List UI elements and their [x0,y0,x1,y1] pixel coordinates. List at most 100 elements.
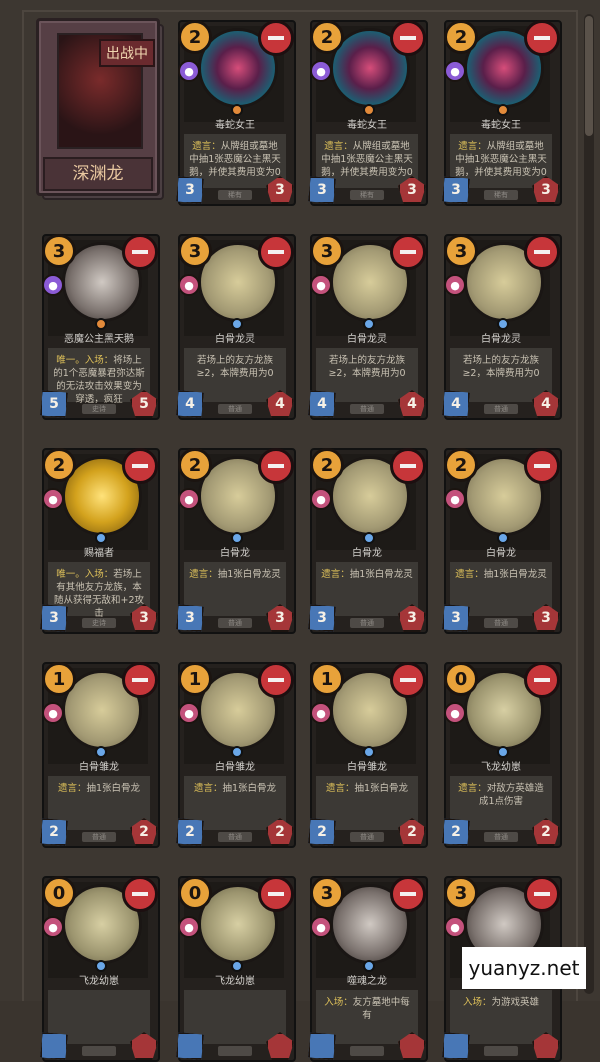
card-name: 白骨雏龙 [79,762,119,773]
minus-icon [534,892,550,896]
minus-icon [400,36,416,40]
rarity-label: 普通 [350,832,384,842]
remove-button[interactable] [122,876,158,912]
rarity-label: 普通 [218,404,252,414]
remove-button[interactable] [524,876,560,912]
minus-icon [268,678,284,682]
cost-badge: 1 [178,662,212,696]
rarity-label: 普通 [82,832,116,842]
card-15[interactable]: 0 ● 飞龙幼崽 遗言：对敌方英雄造成1点伤害 2 2 普通 [440,658,562,848]
attack-badge: 4 [308,390,336,418]
attack-badge: 4 [442,390,470,418]
rarity-label: 稀有 [484,190,518,200]
rarity-gem [231,104,243,116]
rarity-gem [497,318,509,330]
card-12[interactable]: 1 ● 白骨雏龙 遗言：抽1张白骨龙 2 2 普通 [38,658,160,848]
remove-button[interactable] [524,20,560,56]
scrollbar[interactable] [584,14,594,994]
attack-badge [176,1032,204,1060]
poison-icon: ● [310,60,332,82]
rarity-gem [231,532,243,544]
remove-button[interactable] [258,662,294,698]
remove-button[interactable] [122,448,158,484]
minus-icon [534,464,550,468]
dragon-icon: ● [178,702,200,724]
remove-button[interactable] [122,662,158,698]
card-9[interactable]: 2 ● 白骨龙 遗言：抽1张白骨龙灵 3 3 普通 [174,444,296,634]
card-name: 毒蛇女王 [215,120,255,131]
attack-badge [40,1032,68,1060]
remove-button[interactable] [390,662,426,698]
card-13[interactable]: 1 ● 白骨雏龙 遗言：抽1张白骨龙 2 2 普通 [174,658,296,848]
cost-badge: 3 [444,234,478,268]
rarity-gem [363,104,375,116]
card-name: 飞龙幼崽 [79,976,119,987]
attack-badge: 3 [176,176,204,204]
card-8[interactable]: 2 ● 赐福者 唯一。入场：若场上有其他友方龙族，本随从获得无敌和+2攻击 3 … [38,444,160,634]
remove-button[interactable] [524,234,560,270]
dragon-icon: ● [42,702,64,724]
attack-badge: 3 [442,604,470,632]
card-17[interactable]: 0 ● 飞龙幼崽 [174,872,296,1062]
cost-badge: 2 [310,448,344,482]
remove-button[interactable] [258,448,294,484]
dragon-icon: ● [42,488,64,510]
card-3[interactable]: 2 ● 毒蛇女王 遗言：从牌组或墓地中抽1张恶魔公主黑天鹅，并使其费用变为0 3… [440,16,562,206]
remove-button[interactable] [390,20,426,56]
card-name: 飞龙幼崽 [481,762,521,773]
remove-button[interactable] [258,876,294,912]
card-name: 噬魂之龙 [347,976,387,987]
rarity-gem [95,960,107,972]
remove-button[interactable] [524,448,560,484]
poison-icon: ● [444,60,466,82]
minus-icon [268,464,284,468]
remove-button[interactable] [122,234,158,270]
rarity-label [218,1046,252,1056]
cost-badge: 0 [444,662,478,696]
card-6[interactable]: 3 ● 白骨龙灵 若场上的友方龙族≥2，本牌费用为0 4 4 普通 [306,230,428,420]
attack-badge: 3 [308,176,336,204]
cost-badge: 1 [310,662,344,696]
minus-icon [400,464,416,468]
card-5[interactable]: 3 ● 白骨龙灵 若场上的友方龙族≥2，本牌费用为0 4 4 普通 [174,230,296,420]
remove-button[interactable] [390,234,426,270]
card-14[interactable]: 1 ● 白骨雏龙 遗言：抽1张白骨龙 2 2 普通 [306,658,428,848]
card-4[interactable]: 3 ● 恶魔公主黑天鹅 唯一。入场：将场上的1个恶魔暴君弥达斯的无法攻击效果变为… [38,230,160,420]
rarity-gem [231,960,243,972]
minus-icon [132,464,148,468]
minus-icon [534,250,550,254]
rarity-label: 稀有 [218,190,252,200]
attack-badge: 2 [40,818,68,846]
remove-button[interactable] [390,876,426,912]
hero-card[interactable]: 出战中 深渊龙 [36,18,164,200]
dragon-icon: ● [444,702,466,724]
remove-button[interactable] [258,20,294,56]
card-7[interactable]: 3 ● 白骨龙灵 若场上的友方龙族≥2，本牌费用为0 4 4 普通 [440,230,562,420]
cost-badge: 2 [42,448,76,482]
cost-badge: 0 [178,876,212,910]
rarity-gem [95,318,107,330]
remove-button[interactable] [390,448,426,484]
minus-icon [400,678,416,682]
card-16[interactable]: 0 ● 飞龙幼崽 [38,872,160,1062]
status-badge: 出战中 [99,39,155,67]
card-name: 白骨龙 [220,548,250,559]
card-18[interactable]: 3 ● 噬魂之龙 入场：友方墓地中每有 [306,872,428,1062]
card-10[interactable]: 2 ● 白骨龙 遗言：抽1张白骨龙灵 3 3 普通 [306,444,428,634]
card-name: 飞龙幼崽 [215,976,255,987]
dragon-icon: ● [444,916,466,938]
scrollbar-thumb[interactable] [585,16,593,136]
rarity-label: 稀有 [350,190,384,200]
card-name: 白骨雏龙 [347,762,387,773]
remove-button[interactable] [258,234,294,270]
rarity-label [484,1046,518,1056]
card-name: 毒蛇女王 [481,120,521,131]
rarity-gem [231,746,243,758]
remove-button[interactable] [524,662,560,698]
card-2[interactable]: 2 ● 毒蛇女王 遗言：从牌组或墓地中抽1张恶魔公主黑天鹅，并使其费用变为0 3… [306,16,428,206]
card-1[interactable]: 2 ● 毒蛇女王 遗言：从牌组或墓地中抽1张恶魔公主黑天鹅，并使其费用变为0 3… [174,16,296,206]
watermark: yuanyz.net [462,947,586,989]
cost-badge: 1 [42,662,76,696]
rarity-gem [497,746,509,758]
card-11[interactable]: 2 ● 白骨龙 遗言：抽1张白骨龙灵 3 3 普通 [440,444,562,634]
